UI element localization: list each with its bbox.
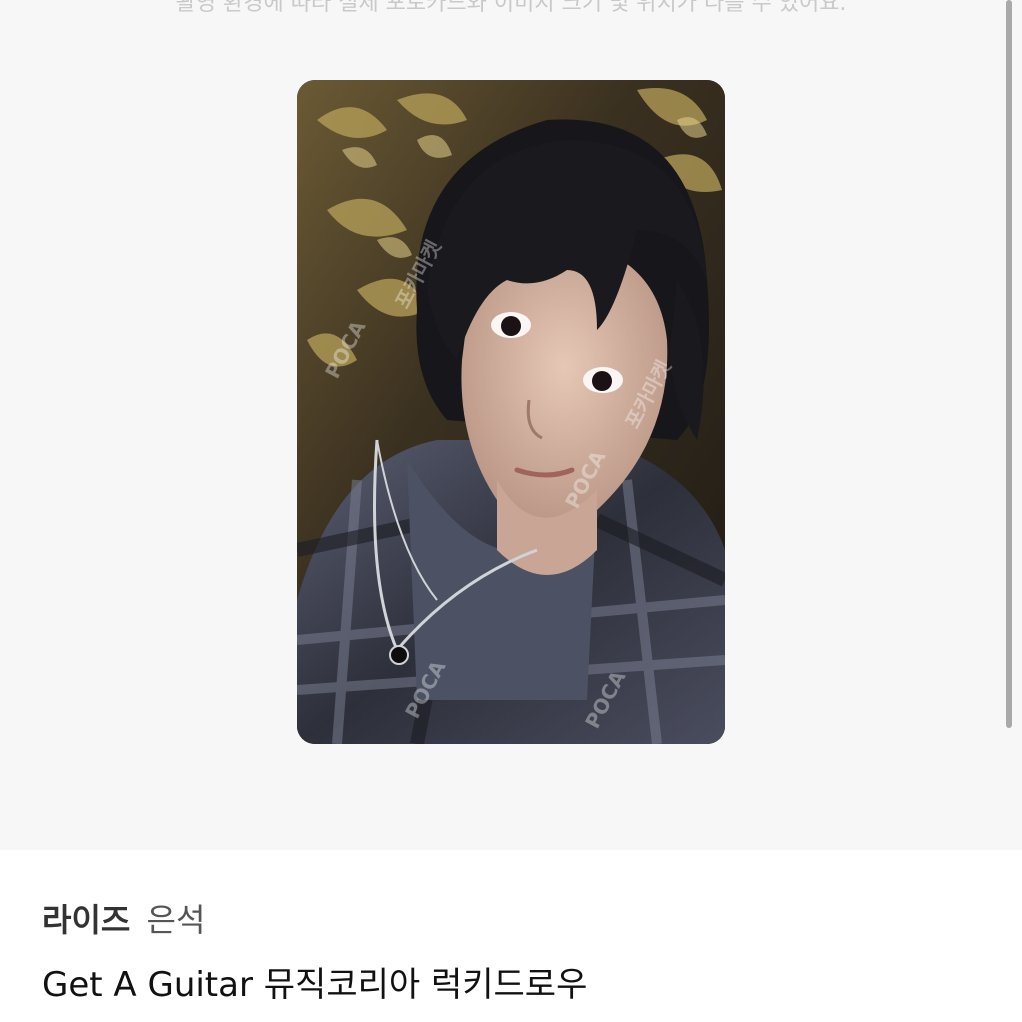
group-name: 라이즈: [42, 901, 131, 939]
image-notice-text: 촬영 환경에 따라 실제 포토카드와 이미지 크기 및 위치가 다를 수 있어요…: [175, 0, 847, 16]
photocard-image-area: 촬영 환경에 따라 실제 포토카드와 이미지 크기 및 위치가 다를 수 있어요…: [0, 0, 1022, 850]
photocard-illustration: POCA 포카마켓 POCA 포카마켓 POCA POCA: [297, 80, 725, 744]
product-detail-page: 촬영 환경에 따라 실제 포토카드와 이미지 크기 및 위치가 다를 수 있어요…: [0, 0, 1022, 1022]
vertical-scrollbar[interactable]: [1006, 0, 1012, 728]
photocard-image[interactable]: POCA 포카마켓 POCA 포카마켓 POCA POCA: [297, 80, 725, 744]
product-info: 라이즈 은석 Get A Guitar 뮤직코리아 럭키드로우: [42, 900, 1002, 1006]
album-title: Get A Guitar 뮤직코리아 럭키드로우: [42, 965, 588, 1005]
member-name: 은석: [146, 901, 206, 939]
artist-line: 라이즈 은석: [42, 900, 1002, 940]
